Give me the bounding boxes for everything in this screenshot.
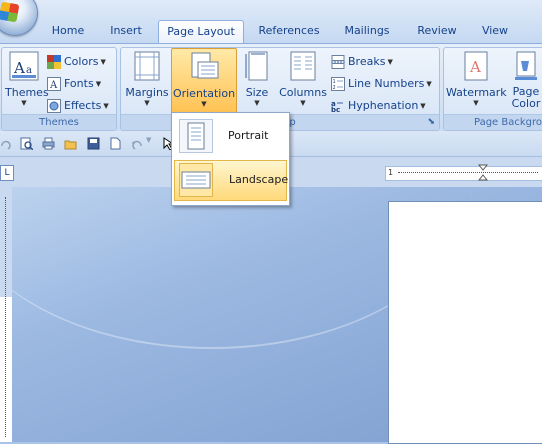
effects-button[interactable]: Effects ▼ [47, 97, 109, 115]
watermark-icon: A [464, 51, 488, 81]
chevron-down-icon: ▼ [144, 99, 150, 107]
themes-icon: Aa [9, 51, 39, 81]
chevron-down-icon: ▼ [21, 99, 27, 107]
tab-mailings[interactable]: Mailings [336, 20, 398, 42]
page-color-icon [515, 51, 537, 80]
breaks-button[interactable]: Breaks ▼ [331, 53, 393, 71]
indent-marker[interactable] [478, 164, 488, 182]
tab-references[interactable]: References [252, 20, 326, 42]
menu-item-portrait[interactable]: Portrait [174, 116, 287, 157]
undo-icon[interactable] [130, 137, 143, 150]
chevron-down-icon: ▼ [254, 99, 260, 107]
line-numbers-button[interactable]: 1 2 Line Numbers ▼ [331, 75, 432, 93]
tab-home[interactable]: Home [44, 20, 92, 42]
size-button[interactable]: Size ▼ [239, 51, 275, 107]
orientation-menu: Portrait Landscape [171, 112, 290, 206]
columns-button[interactable]: Columns ▼ [279, 51, 327, 107]
dialog-launcher-icon[interactable]: ⬊ [427, 115, 435, 130]
svg-text:A: A [469, 58, 481, 76]
document-page[interactable] [388, 201, 542, 444]
tab-page-layout[interactable]: Page Layout [158, 20, 244, 44]
tab-selector[interactable]: L [0, 165, 14, 181]
tab-view[interactable]: View [474, 20, 516, 42]
horizontal-ruler[interactable]: 1 [385, 164, 542, 182]
margins-button[interactable]: Margins ▼ [125, 51, 169, 107]
redo-icon[interactable] [0, 137, 13, 150]
chevron-down-icon: ▼ [201, 100, 207, 108]
columns-icon [290, 51, 316, 81]
margins-icon [134, 51, 160, 81]
watermark-button[interactable]: A Watermark ▼ [446, 51, 507, 107]
themes-group-label: Themes [2, 114, 116, 130]
hyphenation-icon: abc [331, 100, 343, 113]
page-color-button[interactable]: Page Color ▼ [508, 51, 542, 123]
themes-group: Aa Themes ▼ Colors ▼ A Fonts ▼ Effects ▼ The… [1, 47, 117, 131]
effects-icon [47, 99, 61, 113]
tab-review[interactable]: Review [410, 20, 464, 42]
new-document-icon[interactable] [109, 137, 122, 150]
office-button-icon [0, 1, 20, 23]
svg-text:A: A [49, 80, 58, 91]
save-icon[interactable] [87, 137, 100, 150]
chevron-down-icon[interactable]: ▼ [146, 136, 151, 149]
colors-icon [47, 55, 61, 69]
ribbon-tab-bar: Home Insert Page Layout References Maili… [0, 0, 542, 44]
open-folder-icon[interactable] [64, 137, 77, 150]
page-background-group-label: Page Backgro [444, 114, 542, 130]
page-background-group: A Watermark ▼ Page Color ▼ Page Backgro [443, 47, 542, 131]
office-button[interactable] [0, 0, 38, 36]
hyphenation-button[interactable]: a bc Hyphenation ▼ [331, 97, 426, 115]
svg-text:A: A [13, 59, 25, 77]
breaks-icon [331, 55, 345, 69]
print-preview-icon[interactable] [20, 137, 33, 150]
tab-insert[interactable]: Insert [100, 20, 152, 42]
themes-button[interactable]: Aa Themes ▼ [5, 51, 49, 107]
size-icon [245, 51, 268, 81]
orientation-icon [191, 52, 219, 79]
landscape-icon [179, 163, 213, 197]
portrait-icon [179, 119, 213, 153]
line-numbers-icon: 12 [331, 77, 345, 91]
svg-text:bc: bc [331, 106, 340, 113]
print-icon[interactable] [42, 137, 55, 150]
orientation-button[interactable]: Orientation ▼ [171, 48, 237, 118]
fonts-icon: A [47, 77, 61, 91]
colors-button[interactable]: Colors ▼ [47, 53, 106, 71]
svg-text:a: a [26, 65, 32, 76]
chevron-down-icon: ▼ [300, 99, 306, 107]
svg-text:2: 2 [333, 85, 336, 91]
fonts-button[interactable]: A Fonts ▼ [47, 75, 101, 93]
chevron-down-icon: ▼ [473, 99, 479, 107]
menu-item-landscape[interactable]: Landscape [174, 160, 288, 201]
